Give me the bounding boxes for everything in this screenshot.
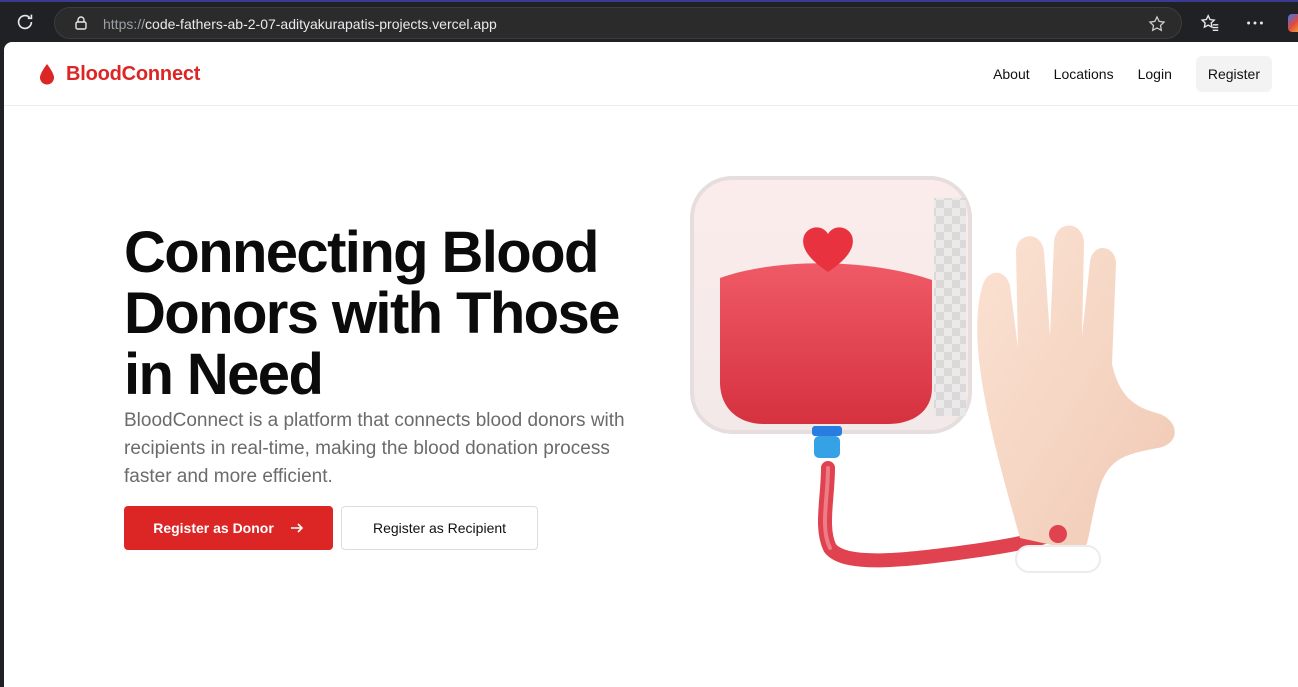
blood-drop-icon	[40, 64, 54, 85]
navbar: BloodConnect About Locations Login Regis…	[4, 42, 1298, 106]
register-donor-button[interactable]: Register as Donor	[124, 506, 333, 550]
register-donor-label: Register as Donor	[153, 520, 274, 536]
blood-donation-illustration	[690, 176, 1175, 573]
brand-logo[interactable]: BloodConnect	[38, 62, 200, 86]
url-text[interactable]: https://code-fathers-ab-2-07-adityakurap…	[103, 16, 497, 32]
lock-icon[interactable]	[73, 15, 89, 31]
copilot-icon[interactable]	[1288, 14, 1298, 32]
browser-toolbar: https://code-fathers-ab-2-07-adityakurap…	[0, 0, 1298, 42]
hero-description: BloodConnect is a platform that connects…	[124, 410, 625, 487]
star-icon[interactable]	[1147, 14, 1167, 34]
register-recipient-button[interactable]: Register as Recipient	[341, 506, 538, 550]
nav-links: About Locations Login Register	[981, 56, 1272, 92]
register-button[interactable]: Register	[1195, 56, 1272, 92]
address-bar[interactable]: https://code-fathers-ab-2-07-adityakurap…	[54, 7, 1182, 39]
hero-title: Connecting Blood Donors with Those in Ne…	[124, 220, 620, 407]
more-icon[interactable]	[1244, 12, 1266, 34]
register-recipient-label: Register as Recipient	[372, 520, 507, 536]
arrow-right-icon	[290, 523, 303, 533]
brand-name: BloodConnect	[66, 62, 201, 85]
reload-icon[interactable]	[14, 11, 36, 33]
nav-link-login[interactable]: Login	[1126, 56, 1184, 92]
favorites-icon[interactable]	[1199, 12, 1221, 34]
nav-link-locations[interactable]: Locations	[1042, 56, 1126, 92]
url-protocol: https://	[103, 16, 146, 32]
page-viewport: BloodConnect About Locations Login Regis…	[4, 42, 1298, 687]
nav-link-about[interactable]: About	[981, 56, 1042, 92]
url-host: code-fathers-ab-2-07-adityakurapatis-pro…	[145, 16, 497, 32]
